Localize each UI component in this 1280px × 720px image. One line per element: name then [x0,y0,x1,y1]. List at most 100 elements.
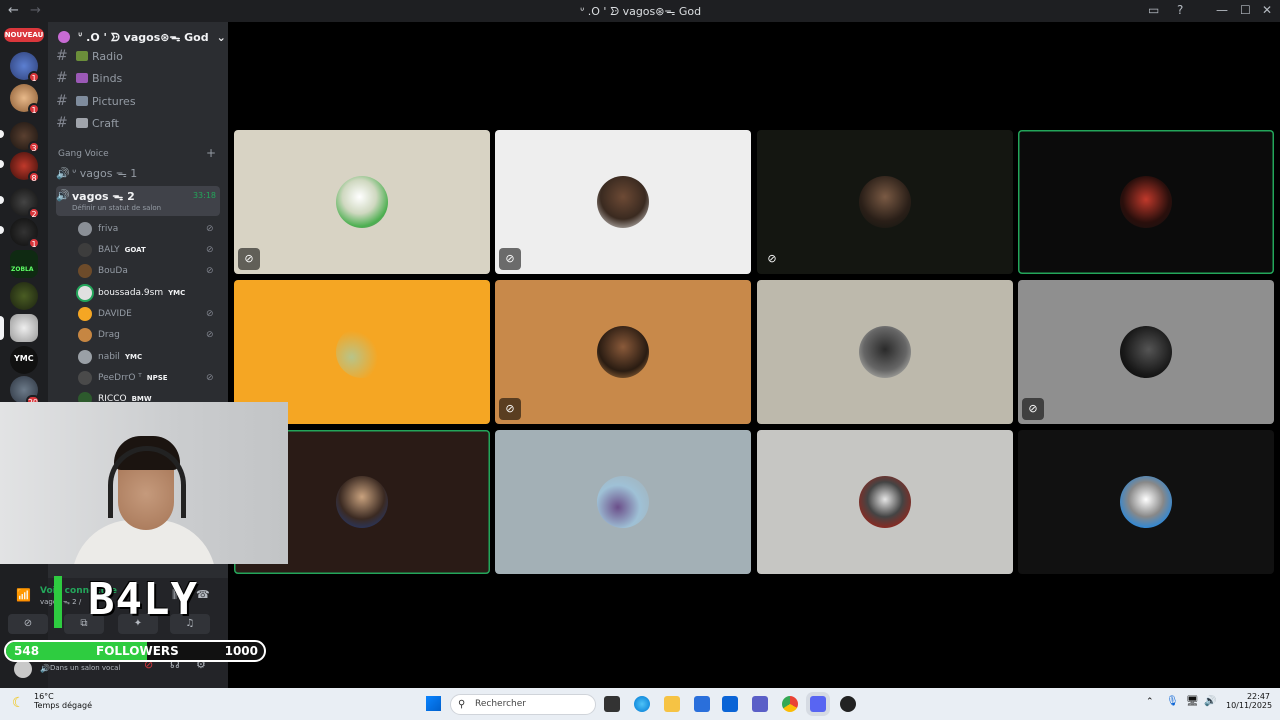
participant-avatar [1120,176,1172,228]
minimize-icon[interactable]: — [1216,3,1228,17]
unread-pill [0,196,4,204]
app-icon[interactable] [840,696,856,712]
voice-channel-2[interactable]: 🔊 vagos ᯓ 2 33:18 Définir un statut de s… [56,186,220,216]
voice-channel-label: vagos ᯓ 2 [72,190,135,203]
new-badge[interactable]: NOUVEAU [4,28,44,42]
back-arrow-icon[interactable]: ← [8,3,19,18]
participant-tile[interactable]: ⊘ [495,280,751,424]
server-icon[interactable] [10,314,38,342]
server-icon[interactable]: 8 [10,152,40,183]
maximize-icon[interactable]: ☐ [1240,3,1251,17]
channel-label: Radio [92,49,123,63]
voice-user-name: PeeDrrO ᵀ [98,373,142,383]
close-icon[interactable]: ✕ [1262,3,1272,17]
title-bar: ← → ᐡ .O ' ᗦ vagos⊛ᯓ God ▭ ? — ☐ ✕ [0,0,1280,22]
participant-tile[interactable]: ⊘ [757,130,1013,274]
avatar [78,350,92,364]
category-gang-voice[interactable]: Gang Voice [58,149,109,159]
inbox-icon[interactable]: ▭ [1148,3,1159,17]
channel-craft[interactable]: # Craft [56,113,220,133]
voice-user-name: DAVIDE [98,309,132,319]
voice-user[interactable]: PeeDrrO ᵀ NPSE ⊘ [78,368,218,388]
server-icon[interactable]: 1 [10,52,40,83]
channel-binds[interactable]: # Binds [56,68,220,88]
disconnect-icon[interactable]: ☎ [196,588,210,601]
start-icon[interactable] [426,696,441,711]
streamer-name: B4LY [88,574,198,625]
chrome-icon[interactable] [782,696,798,712]
voice-user[interactable]: BouDa ⊘ [78,261,218,281]
channel-status-hint[interactable]: Définir un statut de salon [72,204,161,212]
voice-user[interactable]: DAVIDE ⊘ [78,304,218,324]
participant-avatar [336,476,388,528]
edge-icon[interactable] [634,696,650,712]
channel-radio[interactable]: # Radio [56,46,220,66]
server-icon-ymc[interactable]: YMC [10,346,38,374]
voice-user-name: friva [98,224,119,234]
voice-user[interactable]: BALY GOAT ⊘ [78,240,218,260]
volume-icon[interactable]: 🔊 [1204,696,1216,707]
green-accent-bar [54,576,62,628]
add-channel-icon[interactable]: + [206,146,216,160]
server-icon[interactable]: 3 [10,122,40,153]
store-icon[interactable] [694,696,710,712]
participant-tile[interactable]: ⊘ [234,130,490,274]
weather-widget[interactable]: 16°C Temps dégagé [34,692,92,710]
forward-arrow-icon[interactable]: → [30,3,41,18]
server-icon[interactable]: 2 [10,188,40,219]
outlook-icon[interactable] [722,696,738,712]
teams-icon[interactable] [752,696,768,712]
user-avatar[interactable] [14,660,32,678]
speaker-icon: 🔊 [56,166,70,180]
server-icon[interactable] [10,282,38,310]
voice-user-speaking[interactable]: boussada.9sm YMC [78,283,218,303]
voice-channel-1[interactable]: 🔊 ᐡ vagos ᯓ 1 [56,163,220,183]
muted-icon: ⊘ [499,248,521,270]
search-placeholder: Rechercher [475,699,526,709]
participant-tile[interactable] [757,430,1013,574]
weather-desc: Temps dégagé [34,701,93,710]
user-tag: GOAT [124,246,146,254]
system-clock[interactable]: 22:47 10/11/2025 [1226,692,1272,710]
participant-tile-speaking[interactable] [1018,130,1274,274]
voice-user-name: Drag [98,330,120,340]
task-view-icon[interactable] [604,696,620,712]
channel-label: Craft [92,116,119,130]
participant-tile[interactable] [495,430,751,574]
binds-emoji-icon [76,73,88,83]
server-icon-zobla[interactable]: ZOBLA [10,250,38,278]
hash-icon: # [56,48,68,64]
server-icon-label: YMC [14,354,34,363]
microphone-icon[interactable]: 🎙 [1166,696,1179,707]
participant-tile[interactable] [1018,430,1274,574]
channel-pictures[interactable]: # Pictures [56,91,220,111]
participant-tile[interactable] [757,280,1013,424]
search-icon: ⚲ [458,699,466,710]
voice-user[interactable]: nabil YMC [78,347,218,367]
voice-timer: 33:18 [192,191,216,200]
unread-badge: 1 [28,237,40,249]
server-icon[interactable]: 20 [10,376,40,407]
participant-tile[interactable]: ⊘ [1018,280,1274,424]
file-explorer-icon[interactable] [664,696,680,712]
clock-time: 22:47 [1246,692,1270,701]
discord-icon[interactable] [810,696,826,712]
voice-user[interactable]: Drag ⊘ [78,325,218,345]
window-title: ᐡ .O ' ᗦ vagos⊛ᯓ God [580,5,702,18]
network-icon[interactable]: 🖥 [1186,696,1199,707]
participant-avatar [859,476,911,528]
participant-tile[interactable]: ⊘ [495,130,751,274]
camera-toggle-button[interactable]: ⊘ [8,614,48,634]
avatar [78,222,92,236]
voice-user[interactable]: friva ⊘ [78,219,218,239]
help-icon[interactable]: ? [1177,3,1183,17]
server-icon[interactable]: 1 [10,84,40,115]
hash-icon: # [56,93,68,109]
participant-avatar [336,176,388,228]
tray-chevron-icon[interactable]: ⌃ [1146,697,1154,707]
server-icon[interactable]: 1 [10,218,40,249]
hash-icon: # [56,115,68,131]
search-input[interactable]: ⚲ Rechercher [450,694,596,715]
muted-icon: ⊘ [206,224,214,234]
server-name: ᐡ .O ' ᗦ vagos⊛ᯓ God [78,30,209,44]
